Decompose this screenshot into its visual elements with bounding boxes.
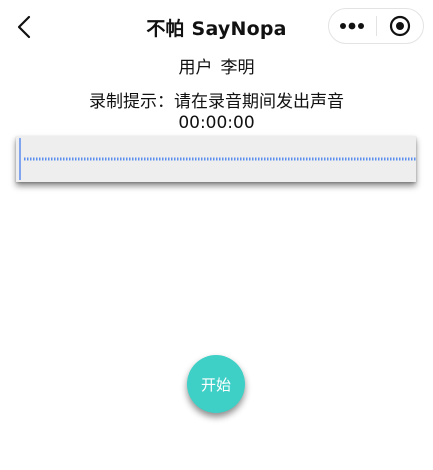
start-recording-button[interactable]: 开始: [187, 355, 245, 413]
start-button-label: 开始: [200, 375, 231, 394]
more-dots-icon: [340, 22, 365, 30]
user-label: 用户: [178, 58, 213, 78]
target-close-icon: [389, 15, 410, 37]
user-name: 李明: [220, 58, 255, 78]
close-button[interactable]: [376, 9, 423, 43]
user-info: 用户 李明: [0, 53, 433, 78]
recording-hint: 录制提示：请在录音期间发出声音: [89, 92, 344, 112]
waveform-panel: [16, 136, 416, 182]
more-button[interactable]: [329, 9, 376, 43]
recording-timer: 00:00:00: [178, 113, 255, 133]
waveform-canvas: [19, 138, 416, 180]
recording-page: 不帕 SayNopa 用户 李明 录制提示：请在录音期间发出声音 00:00:00: [0, 0, 433, 470]
miniprogram-capsule: [328, 8, 424, 44]
